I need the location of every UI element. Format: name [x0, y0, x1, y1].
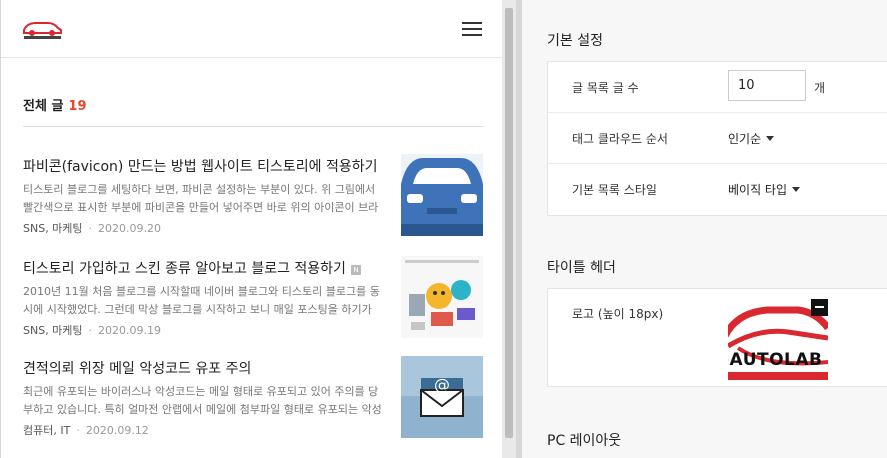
scrollbar-thumb[interactable] — [505, 8, 513, 438]
caret-down-icon — [766, 136, 775, 141]
pc-layout-title: PC 레이아웃 — [547, 433, 622, 449]
post-meta: SNS, 마케팅 · 2020.09.20 — [23, 222, 162, 235]
blog-logo[interactable] — [21, 18, 63, 40]
preview-scrollbar[interactable] — [502, 0, 516, 458]
post-excerpt: 2010년 11월 처음 블로그를 시작할때 네이버 블로그와 티스토리 블로그… — [23, 285, 380, 316]
email-icon: @ — [401, 356, 483, 438]
post-title[interactable]: 티스토리 가입하고 스킨 종류 알아보고 블로그 적용하기 N — [23, 258, 385, 278]
divider — [23, 126, 483, 127]
basic-settings-title: 기본 설정 — [547, 33, 603, 49]
list-style-label: 기본 목록 스타일 — [572, 183, 657, 197]
post-item[interactable]: 파비콘(favicon) 만드는 방법 웹사이트 티스토리에 적용하기 티스토리… — [23, 154, 483, 238]
post-count-label: 전체 글 — [23, 99, 64, 114]
tag-order-label: 태그 클라우드 순서 — [572, 132, 668, 146]
logo-preview-text: -AUTOLAB — [728, 350, 823, 370]
post-thumbnail[interactable]: @ — [401, 356, 483, 438]
svg-text:@: @ — [434, 375, 450, 394]
blog-preview: 전체 글 19 파비콘(favicon) 만드는 방법 웹사이트 티스토리에 적용… — [0, 0, 502, 458]
post-date: 2020.09.12 — [85, 424, 149, 437]
post-title[interactable]: 견적의뢰 위장 메일 악성코드 유포 주의 — [23, 358, 385, 378]
blog-header — [1, 0, 502, 58]
post-count-setting-label: 글 목록 글 수 — [572, 81, 639, 95]
post-excerpt: 티스토리 블로그를 세팅하다 보면, 파비콘 설정하는 부분이 있다. 위 그림… — [23, 183, 379, 214]
post-meta: 컴퓨터, IT · 2020.09.12 — [23, 424, 149, 437]
list-style-dropdown[interactable]: 베이직 타입 — [728, 181, 801, 198]
title-header-title: 타이틀 헤더 — [547, 260, 616, 276]
post-thumbnail[interactable] — [401, 154, 483, 236]
post-title-text[interactable]: 티스토리 가입하고 스킨 종류 알아보고 블로그 적용하기 — [23, 261, 346, 277]
car-icon — [401, 154, 483, 236]
caret-down-icon — [792, 187, 801, 192]
logo-setting-label: 로고 (높이 18px) — [572, 307, 664, 321]
post-category[interactable]: SNS, 마케팅 — [23, 222, 83, 235]
post-count-number: 19 — [68, 99, 87, 114]
title-header-panel: 로고 (높이 18px) -AUTOLAB — [547, 288, 887, 387]
logo-row: 로고 (높이 18px) -AUTOLAB — [548, 289, 887, 386]
post-excerpt: 최근에 유포되는 바이러스나 악성코드는 메일 형태로 유포되고 있어 주의를 … — [23, 385, 382, 416]
settings-panel: 기본 설정 글 목록 글 수 개 태그 클라우드 순서 인기순 기본 목록 스타… — [522, 0, 887, 458]
post-category[interactable]: SNS, 마케팅 — [23, 324, 83, 337]
post-title[interactable]: 파비콘(favicon) 만드는 방법 웹사이트 티스토리에 적용하기 — [23, 156, 385, 176]
tag-order-dropdown[interactable]: 인기순 — [728, 130, 775, 147]
post-category[interactable]: 컴퓨터, IT — [23, 424, 70, 437]
post-count-row: 글 목록 글 수 개 — [548, 62, 887, 113]
list-style-value[interactable]: 베이직 타입 — [728, 183, 787, 197]
post-count-heading: 전체 글 19 — [23, 95, 87, 114]
post-count-input[interactable] — [728, 70, 806, 101]
new-badge: N — [350, 265, 361, 275]
post-item[interactable]: 티스토리 가입하고 스킨 종류 알아보고 블로그 적용하기 N 2010년 11월… — [23, 256, 483, 340]
post-count-unit: 개 — [814, 81, 826, 95]
tistory-skin-icon — [401, 256, 483, 338]
tag-order-value[interactable]: 인기순 — [728, 132, 761, 146]
post-date: 2020.09.20 — [98, 222, 162, 235]
remove-logo-button[interactable] — [811, 299, 828, 316]
post-date: 2020.09.19 — [98, 324, 162, 337]
tag-order-row: 태그 클라우드 순서 인기순 — [548, 113, 887, 164]
menu-icon[interactable] — [462, 22, 482, 38]
post-thumbnail[interactable] — [401, 256, 483, 338]
basic-settings-panel: 글 목록 글 수 개 태그 클라우드 순서 인기순 기본 목록 스타일 베이직 … — [547, 61, 887, 216]
list-style-row: 기본 목록 스타일 베이직 타입 — [548, 164, 887, 215]
post-meta: SNS, 마케팅 · 2020.09.19 — [23, 324, 162, 337]
post-item[interactable]: 견적의뢰 위장 메일 악성코드 유포 주의 최근에 유포되는 바이러스나 악성코… — [23, 356, 483, 440]
